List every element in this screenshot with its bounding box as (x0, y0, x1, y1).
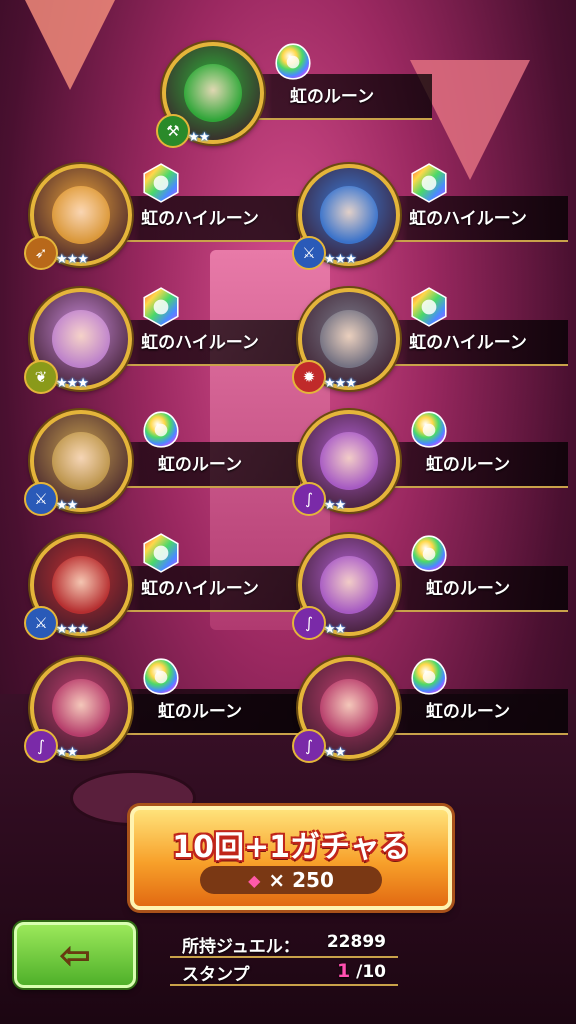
result-item[interactable]: 虹のルーン ∫ ★★ (292, 398, 568, 518)
sword-icon: ⚔ (24, 606, 58, 640)
rarity-stars: ★★ (188, 130, 210, 145)
result-item[interactable]: 虹のハイルーン ➶ ★★★ (24, 152, 300, 272)
rainbow-rune-icon (275, 43, 311, 80)
rarity-stars: ★★ (56, 745, 78, 760)
jewel-row: 所持ジュエル： 22899 (170, 930, 398, 958)
leaf-icon: ❦ (24, 360, 58, 394)
result-item[interactable]: 虹のルーン ⚒ ★★ (156, 30, 432, 150)
rarity-stars: ★★★ (324, 376, 357, 391)
character-art (52, 432, 110, 490)
rainbow-rune-icon (411, 535, 447, 572)
rarity-stars: ★★★ (56, 376, 89, 391)
sword-icon: ⚔ (24, 482, 58, 516)
character-art (320, 432, 378, 490)
jewel-value: 22899 (326, 932, 386, 952)
staff-icon: ∫ (24, 729, 58, 763)
result-item[interactable]: 虹のハイルーン ❦ ★★★ (24, 276, 300, 396)
result-item[interactable]: 虹のルーン ∫ ★★ (292, 522, 568, 642)
stamp-value: 1 /10 (337, 960, 386, 982)
result-item[interactable]: 虹のルーン ∫ ★★ (24, 645, 300, 765)
rarity-stars: ★★★ (324, 252, 357, 267)
rarity-stars: ★★ (324, 745, 346, 760)
gacha-10-plus-1-button[interactable]: 10回+1ガチャる ◆ × 250 (130, 806, 452, 910)
staff-icon: ∫ (292, 482, 326, 516)
rainbow-rune-icon (411, 287, 447, 327)
rarity-stars: ★★★ (56, 252, 89, 267)
info-panel: 所持ジュエル： 22899 スタンプ 1 /10 (170, 930, 398, 986)
rainbow-rune-icon (411, 411, 447, 448)
axe-icon: ⚒ (156, 114, 190, 148)
rarity-stars: ★★ (56, 498, 78, 513)
rainbow-rune-icon (143, 533, 179, 573)
bow-icon: ➶ (24, 236, 58, 270)
result-item[interactable]: 虹のルーン ∫ ★★ (292, 645, 568, 765)
flame-icon: ✹ (292, 360, 326, 394)
gacha-button-label: 10回+1ガチャる (172, 830, 410, 865)
character-art (320, 679, 378, 737)
jewel-label: 所持ジュエル： (182, 937, 300, 957)
character-art (320, 310, 378, 368)
character-art (52, 679, 110, 737)
character-art (320, 556, 378, 614)
result-item[interactable]: 虹のハイルーン ⚔ ★★★ (24, 522, 300, 642)
rainbow-rune-icon (411, 658, 447, 695)
stamp-label: スタンプ (182, 965, 250, 985)
stamp-current: 1 (336, 960, 351, 982)
stamp-total: /10 (356, 962, 386, 982)
rarity-stars: ★★ (324, 622, 346, 637)
cost-text: × 250 (268, 868, 334, 892)
character-art (52, 186, 110, 244)
gacha-result-screen: 虹のルーン ⚒ ★★ 虹のハイルーン ➶ ★★★ 虹のハイルーン ⚔ ★★★ 虹のハイルーン ❦ ★★… (0, 0, 576, 1024)
character-art (52, 310, 110, 368)
sword-icon: ⚔ (292, 236, 326, 270)
result-item[interactable]: 虹のルーン ⚔ ★★ (24, 398, 300, 518)
jewel-icon: ◆ (248, 870, 261, 890)
character-art (320, 186, 378, 244)
rarity-stars: ★★★ (56, 622, 89, 637)
character-art (52, 556, 110, 614)
staff-icon: ∫ (292, 606, 326, 640)
rainbow-rune-icon (411, 163, 447, 203)
cost-display: ◆ × 250 (200, 866, 382, 894)
result-item[interactable]: 虹のハイルーン ✹ ★★★ (292, 276, 568, 396)
rainbow-rune-icon (143, 163, 179, 203)
rainbow-rune-icon (143, 411, 179, 448)
result-item[interactable]: 虹のハイルーン ⚔ ★★★ (292, 152, 568, 272)
rainbow-rune-icon (143, 287, 179, 327)
staff-icon: ∫ (292, 729, 326, 763)
ceiling-lamp (10, 0, 130, 90)
rarity-stars: ★★ (324, 498, 346, 513)
rainbow-rune-icon (143, 658, 179, 695)
back-button[interactable]: ⇦ (14, 922, 136, 988)
character-art (184, 64, 242, 122)
left-arrow-icon: ⇦ (59, 933, 91, 977)
stamp-row: スタンプ 1 /10 (170, 958, 398, 986)
